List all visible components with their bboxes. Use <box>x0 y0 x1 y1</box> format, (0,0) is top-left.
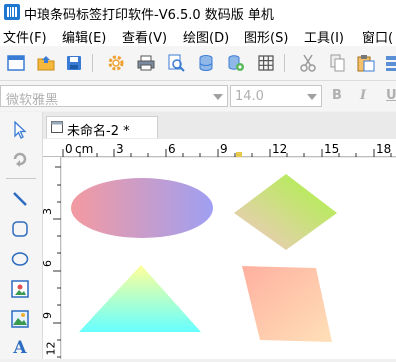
font-family-select[interactable]: 微软雅黑 <box>0 85 228 108</box>
tool-divider <box>6 178 36 179</box>
diamond-shape[interactable] <box>234 174 337 250</box>
image-frame-icon[interactable] <box>8 277 32 301</box>
ruler-label: 3 <box>41 208 54 215</box>
ruler-label: 9 <box>220 142 228 156</box>
document-tab[interactable]: 未命名-2 * <box>46 116 158 139</box>
italic-button[interactable]: I <box>360 88 366 103</box>
ruler-label: 15 <box>324 142 340 156</box>
save-icon[interactable] <box>64 53 84 73</box>
underline-button[interactable]: U <box>386 88 396 103</box>
triangle-shape[interactable] <box>79 265 201 332</box>
menu-window[interactable]: 窗口( <box>362 27 393 46</box>
cut-icon[interactable] <box>298 53 318 73</box>
toolbar-divider <box>92 54 93 72</box>
align-icon[interactable] <box>382 53 396 73</box>
copy-icon[interactable] <box>328 53 348 73</box>
title-bar: 中琅条码标签打印软件-V6.5.0 数码版 单机 <box>0 0 396 24</box>
menu-edit[interactable]: 编辑(E) <box>62 27 106 46</box>
document-icon <box>51 121 63 133</box>
font-size-value: 14.0 <box>235 89 264 104</box>
grid-icon[interactable] <box>256 53 276 73</box>
canvas-drawing <box>71 174 337 342</box>
paste-icon[interactable] <box>356 53 376 73</box>
font-family-value: 微软雅黑 <box>6 93 59 108</box>
ruler-label: 0 <box>65 142 73 156</box>
select-arrow-icon[interactable] <box>8 118 32 142</box>
ruler-label: 6 <box>168 142 176 156</box>
settings-icon[interactable] <box>106 53 126 73</box>
ruler-label: 9 <box>41 312 54 319</box>
image-icon[interactable] <box>8 307 32 331</box>
menu-file[interactable]: 文件(F) <box>3 27 47 46</box>
ruler-label: 6 <box>41 260 54 267</box>
menu-tools[interactable]: 工具(I) <box>304 27 344 46</box>
vertical-ruler: 3 6 9 12 <box>41 157 61 359</box>
ellipse-shape[interactable] <box>71 178 213 238</box>
app-logo-icon <box>4 4 20 20</box>
bold-button[interactable]: B <box>332 88 342 103</box>
font-size-select[interactable]: 14.0 <box>230 85 322 107</box>
main-toolbar <box>0 46 396 81</box>
drawing-tools-panel: A <box>0 112 43 359</box>
parallelogram-shape[interactable] <box>242 266 332 342</box>
label-canvas[interactable] <box>62 158 396 359</box>
ellipse-icon[interactable] <box>8 247 32 271</box>
menu-shape[interactable]: 图形(S) <box>244 27 288 46</box>
ruler-label: 18 <box>376 142 392 156</box>
document-tab-label: 未命名-2 * <box>67 124 130 139</box>
line-icon[interactable] <box>8 187 32 211</box>
rotate-icon[interactable] <box>8 147 32 171</box>
ruler-label: 12 <box>272 142 288 156</box>
ruler-label: 12 <box>44 341 58 356</box>
rounded-rect-icon[interactable] <box>8 217 32 241</box>
horizontal-ruler: 0 cm 3 6 9 12 15 18 <box>43 139 396 157</box>
chevron-down-icon[interactable] <box>213 94 223 100</box>
chevron-down-icon[interactable] <box>307 94 317 100</box>
menu-bar: 文件(F) 编辑(E) 查看(V) 绘图(D) 图形(S) 工具(I) 窗口( <box>0 24 396 46</box>
ruler-label: 3 <box>116 142 124 156</box>
database-icon[interactable] <box>196 53 216 73</box>
open-icon[interactable] <box>36 53 56 73</box>
ruler-unit-label: cm <box>75 142 94 156</box>
print-icon[interactable] <box>136 53 156 73</box>
ruler-ticks <box>53 166 61 358</box>
menu-view[interactable]: 查看(V) <box>122 27 167 46</box>
new-icon[interactable] <box>6 53 26 73</box>
toolbar-divider <box>284 54 285 72</box>
database-settings-icon[interactable] <box>226 53 246 73</box>
text-tool-icon[interactable]: A <box>8 336 32 360</box>
window-title: 中琅条码标签打印软件-V6.5.0 数码版 单机 <box>24 8 274 23</box>
menu-draw[interactable]: 绘图(D) <box>183 27 229 46</box>
print-preview-icon[interactable] <box>166 53 186 73</box>
